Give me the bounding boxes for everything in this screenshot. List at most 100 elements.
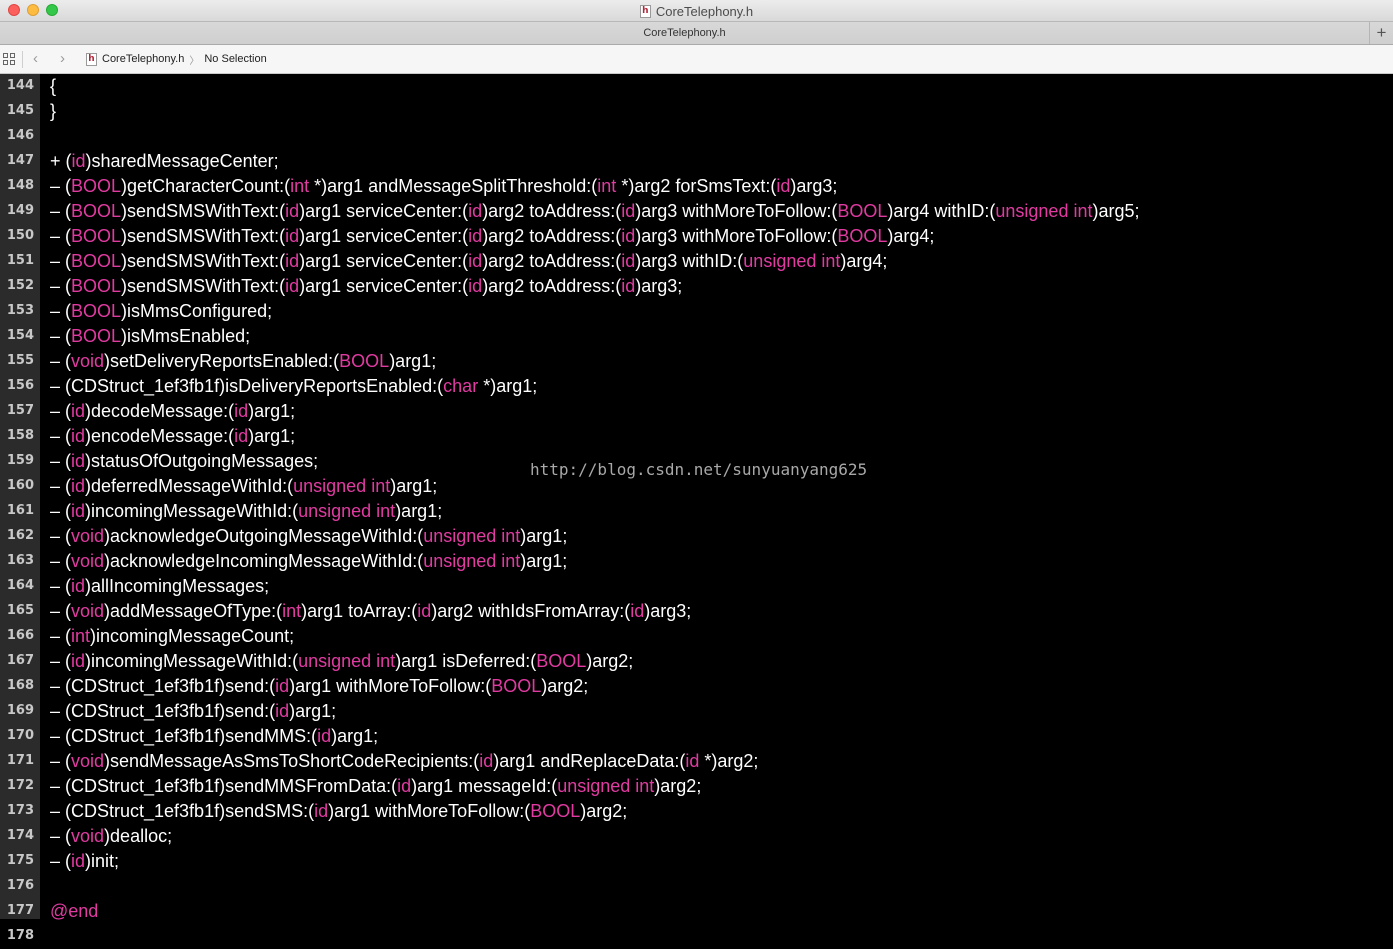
code-text: – (BOOL)sendSMSWithText:(id)arg1 service… (50, 199, 1140, 223)
keyword-token: id (71, 451, 86, 471)
code-text: – (CDStruct_1ef3fb1f)sendSMS:(id)arg1 wi… (50, 799, 627, 823)
breadcrumb-file[interactable]: CoreTelephony.h (102, 53, 184, 65)
code-token: *)arg1 andMessageSplitThreshold:( (309, 176, 598, 196)
keyword-token: int (71, 626, 91, 646)
line-number: 145 (6, 103, 34, 118)
code-token: – ( (50, 301, 72, 321)
keyword-token: id (621, 226, 636, 246)
code-token: – ( (50, 351, 72, 371)
line-number: 170 (6, 728, 34, 743)
keyword-token: id (285, 201, 300, 221)
code-token: )arg1 withMoreToFollow:( (328, 801, 531, 821)
code-text: + (id)sharedMessageCenter; (50, 149, 279, 173)
line-number: 164 (6, 578, 34, 593)
line-number: 156 (6, 378, 34, 393)
code-text: – (CDStruct_1ef3fb1f)send:(id)arg1 withM… (50, 674, 588, 698)
code-token: )encodeMessage:( (85, 426, 235, 446)
keyword-token: @end (50, 901, 99, 921)
code-text: – (void)dealloc; (50, 824, 172, 848)
keyword-token: unsigned int (298, 501, 396, 521)
code-token: – ( (50, 526, 72, 546)
keyword-token: id (468, 276, 483, 296)
code-editor[interactable]: 144{145} 146 147 + (id)sharedMessageCenter;… (0, 74, 1393, 943)
line-number: 149 (6, 203, 34, 218)
code-token: – ( (50, 251, 72, 271)
code-token: )sendSMSWithText:( (121, 276, 286, 296)
code-token: )acknowledgeIncomingMessageWithId:( (104, 551, 424, 571)
keyword-token: unsigned int (743, 251, 841, 271)
line-number: 177 (6, 903, 34, 918)
code-token: )arg2 toAddress:( (482, 226, 622, 246)
code-token: – (CDStruct_1ef3fb1f)sendSMS:( (50, 801, 315, 821)
line-number: 150 (6, 228, 34, 243)
keyword-token: BOOL (491, 676, 542, 696)
go-back-button[interactable]: ‹ (33, 50, 38, 67)
window-title: CoreTelephony.h (655, 3, 754, 19)
code-token: )sendMessageAsSmsToShortCodeRecipients:( (104, 751, 480, 771)
keyword-token: id (275, 676, 290, 696)
line-number: 178 (6, 928, 34, 943)
jump-bar: ‹ › h CoreTelephony.h 〉 No Selection (0, 45, 1393, 74)
tab-bar: CoreTelephony.h + (0, 22, 1393, 45)
code-text: – (BOOL)getCharacterCount:(int *)arg1 an… (50, 174, 837, 198)
keyword-token: id (621, 276, 636, 296)
code-token: – ( (50, 201, 72, 221)
keyword-token: id (468, 251, 483, 271)
code-text: – (BOOL)sendSMSWithText:(id)arg1 service… (50, 249, 887, 273)
keyword-token: id (479, 751, 494, 771)
code-token: )arg2 toAddress:( (482, 276, 622, 296)
keyword-token: unsigned int (293, 476, 391, 496)
keyword-token: BOOL (71, 226, 122, 246)
code-token: )arg1 serviceCenter:( (299, 251, 469, 271)
keyword-token: int (597, 176, 617, 196)
code-token: )arg1 serviceCenter:( (299, 201, 469, 221)
related-items-grid-icon[interactable] (3, 53, 15, 65)
code-text: – (id)statusOfOutgoingMessages; (50, 449, 318, 473)
keyword-token: id (71, 476, 86, 496)
code-token: )arg2 withIdsFromArray:( (431, 601, 631, 621)
keyword-token: id (71, 426, 86, 446)
code-token: – ( (50, 451, 72, 471)
code-token: )arg1; (389, 351, 437, 371)
code-token: )allIncomingMessages; (85, 576, 270, 596)
keyword-token: id (234, 401, 249, 421)
code-token: )arg3; (790, 176, 838, 196)
code-token: )arg1; (395, 501, 443, 521)
keyword-token: id (630, 601, 645, 621)
line-number: 175 (6, 853, 34, 868)
code-token: )incomingMessageWithId:( (85, 501, 299, 521)
code-token: )init; (85, 851, 120, 871)
code-token: )arg2 toAddress:( (482, 251, 622, 271)
go-forward-button[interactable]: › (60, 50, 65, 67)
code-text: – (BOOL)isMmsConfigured; (50, 299, 272, 323)
code-token: )sharedMessageCenter; (85, 151, 279, 171)
code-token: – (CDStruct_1ef3fb1f)isDeliveryReportsEn… (50, 376, 444, 396)
code-token: )arg3 withMoreToFollow:( (635, 201, 838, 221)
keyword-token: void (71, 826, 105, 846)
keyword-token: BOOL (71, 276, 122, 296)
keyword-token: id (234, 426, 249, 446)
tab-coretelephony[interactable]: CoreTelephony.h (0, 22, 1369, 44)
code-token: – (CDStruct_1ef3fb1f)send:( (50, 701, 276, 721)
code-text: – (BOOL)sendSMSWithText:(id)arg1 service… (50, 274, 682, 298)
line-number: 144 (6, 78, 34, 93)
code-text: @end (50, 899, 98, 923)
code-text: – (id)deferredMessageWithId:(unsigned in… (50, 474, 437, 498)
code-text: – (CDStruct_1ef3fb1f)sendMMS:(id)arg1; (50, 724, 378, 748)
keyword-token: id (621, 201, 636, 221)
code-token: – ( (50, 576, 72, 596)
code-token: *)arg2 forSmsText:( (616, 176, 777, 196)
code-token: )arg1 messageId:( (411, 776, 558, 796)
breadcrumb-selection[interactable]: No Selection (204, 53, 266, 65)
code-token: )addMessageOfType:( (104, 601, 283, 621)
line-number: 152 (6, 278, 34, 293)
add-tab-button[interactable]: + (1369, 22, 1393, 44)
line-number: 176 (6, 878, 34, 893)
keyword-token: char (443, 376, 479, 396)
keyword-token: BOOL (71, 326, 122, 346)
line-number: 160 (6, 478, 34, 493)
code-token: – ( (50, 851, 72, 871)
keyword-token: id (71, 851, 86, 871)
code-text: – (id)encodeMessage:(id)arg1; (50, 424, 295, 448)
code-token: – ( (50, 601, 72, 621)
